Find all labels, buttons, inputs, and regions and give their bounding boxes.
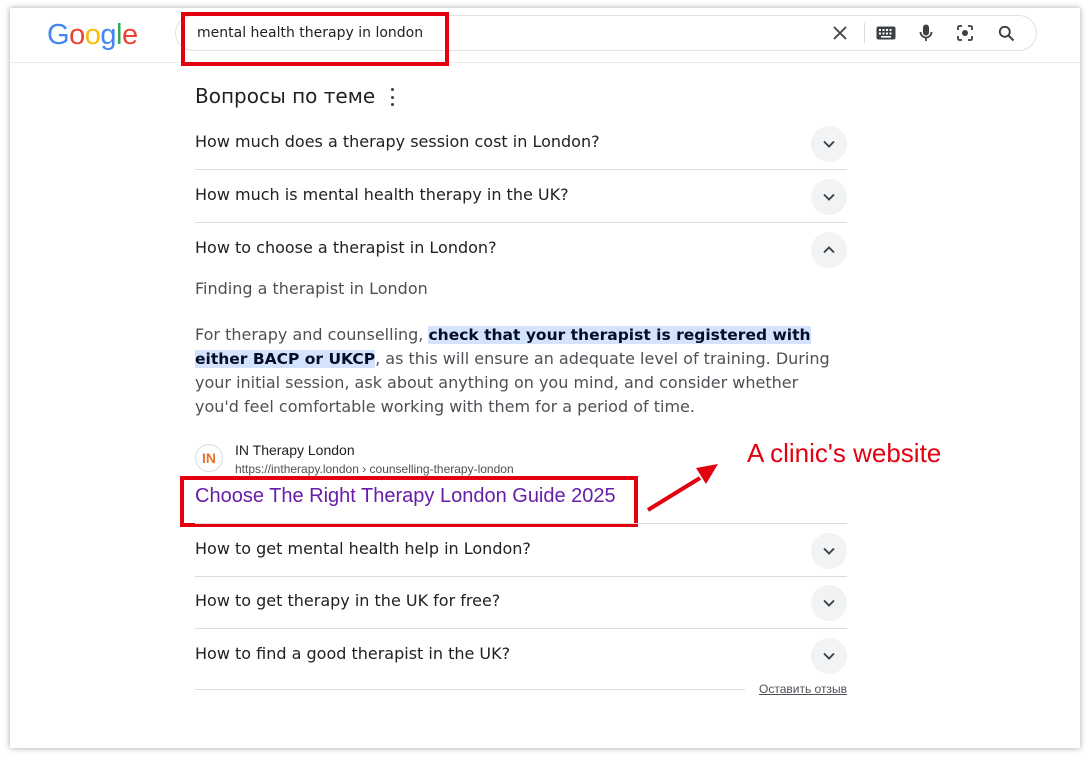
bottom-divider [195,689,745,690]
logo-letter-g: G [47,19,70,51]
chevron-down-icon[interactable] [811,585,847,621]
annotation-arrow-icon [646,464,718,512]
question-text: How to get therapy in the UK for free? [195,591,501,610]
question-text: How to find a good therapist in the UK? [195,644,511,663]
question-item-4[interactable]: How to get mental health help in London? [195,523,847,577]
section-title: Вопросы по теме [195,84,376,108]
annotation-label: A clinic's website [747,438,942,468]
question-item-6[interactable]: How to find a good therapist in the UK? [195,629,847,681]
annotation-box-search [181,12,449,66]
annotation-box-link [180,476,638,527]
answer-text-before: For therapy and counselling, [195,325,429,344]
question-text: How much does a therapy session cost in … [195,132,600,151]
question-text: How to get mental health help in London? [195,539,531,558]
source-url[interactable]: https://intherapy.london › counselling-t… [235,462,514,476]
chevron-down-icon[interactable] [811,126,847,162]
question-text: How much is mental health therapy in the… [195,185,569,204]
more-options-icon[interactable] [387,88,397,106]
logo-letter-o2: o [84,19,101,51]
keyboard-icon[interactable] [875,22,897,44]
chevron-up-icon[interactable] [811,232,847,268]
microphone-icon[interactable] [915,22,937,44]
browser-window: Google mental health therapy in london В… [10,8,1080,748]
close-icon[interactable] [829,22,851,44]
logo-letter-g2: g [100,19,116,51]
question-text: How to choose a therapist in London? [195,238,497,257]
answer-snippet: For therapy and counselling, check that … [195,323,845,419]
search-header: Google mental health therapy in london [10,8,1080,63]
chevron-down-icon[interactable] [811,179,847,215]
lens-icon[interactable] [954,22,976,44]
logo-letter-e: e [121,19,138,51]
source-name[interactable]: IN Therapy London [235,442,355,458]
question-item-5[interactable]: How to get therapy in the UK for free? [195,576,847,629]
chevron-down-icon[interactable] [811,533,847,569]
google-logo[interactable]: Google [47,18,138,52]
question-item-3-expanded[interactable]: How to choose a therapist in London? [195,223,847,275]
search-divider [864,23,865,43]
feedback-link[interactable]: Оставить отзыв [759,682,847,696]
search-icon[interactable] [995,22,1017,44]
question-item-2[interactable]: How much is mental health therapy in the… [195,170,847,223]
logo-letter-o1: o [69,19,85,51]
chevron-down-icon[interactable] [811,638,847,674]
source-favicon[interactable]: IN [195,444,223,472]
answer-heading: Finding a therapist in London [195,279,428,298]
question-item-1[interactable]: How much does a therapy session cost in … [195,117,847,170]
